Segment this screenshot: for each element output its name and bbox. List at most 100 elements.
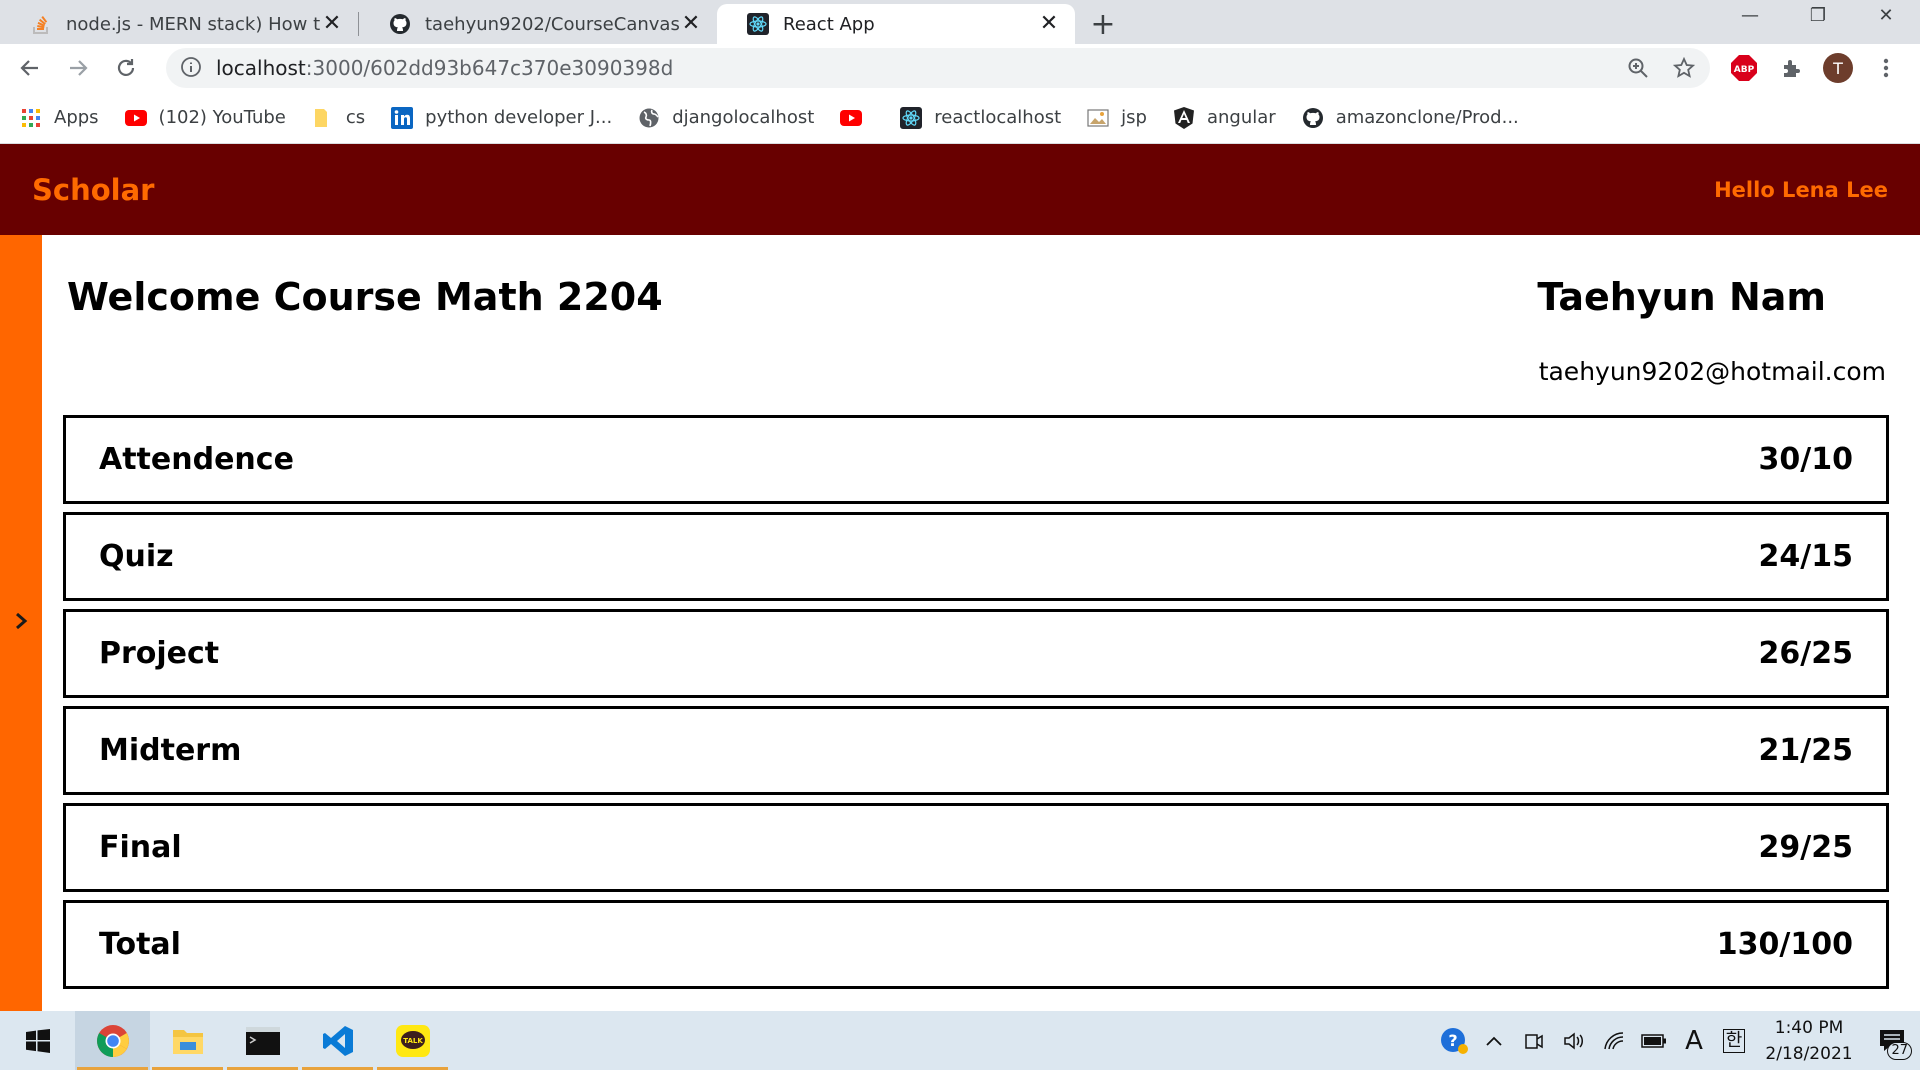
- url-path: :3000/602dd93b647c370e3090398d: [305, 56, 674, 80]
- svg-text:TALK: TALK: [403, 1037, 423, 1045]
- grade-row-quiz: Quiz 24/15: [63, 512, 1889, 601]
- adblock-icon[interactable]: ABP: [1726, 50, 1762, 86]
- chevron-up-icon[interactable]: [1474, 1011, 1514, 1070]
- grade-label: Quiz: [99, 539, 174, 574]
- zoom-icon[interactable]: [1618, 48, 1658, 88]
- bookmark-label: (102) YouTube: [158, 107, 286, 128]
- youtube-icon: [124, 107, 147, 129]
- bookmark-folder-cs[interactable]: cs: [312, 107, 365, 129]
- bookmark-star-icon[interactable]: [1664, 48, 1704, 88]
- grade-label: Total: [99, 927, 181, 962]
- battery-icon[interactable]: [1634, 1011, 1674, 1070]
- brand-logo[interactable]: Scholar: [32, 173, 154, 207]
- minimize-icon[interactable]: —: [1716, 0, 1784, 30]
- close-tab-icon[interactable]: ✕: [1037, 12, 1061, 36]
- tab-react-app[interactable]: React App ✕: [717, 4, 1075, 44]
- bookmark-reactlocalhost[interactable]: reactlocalhost: [900, 106, 1062, 129]
- tab-stackoverflow[interactable]: node.js - MERN stack) How to ge ✕: [0, 4, 358, 44]
- app-header: Scholar Hello Lena Lee: [0, 144, 1920, 235]
- profile-avatar[interactable]: T: [1820, 50, 1856, 86]
- tab-title: taehyun9202/CourseCanvas: [425, 13, 679, 35]
- clock-time: 1:40 PM: [1774, 1017, 1844, 1038]
- bookmark-label: python developer J...: [425, 107, 613, 128]
- back-icon[interactable]: [12, 50, 48, 86]
- language-indicator[interactable]: 한: [1714, 1011, 1754, 1070]
- bookmark-label: reactlocalhost: [934, 107, 1062, 128]
- svg-text:T: T: [1832, 59, 1843, 78]
- svg-text:?: ?: [1448, 1031, 1457, 1050]
- restore-icon[interactable]: ❐: [1784, 0, 1852, 30]
- grades-list: Attendence 30/10 Quiz 24/15 Project 26/2…: [63, 415, 1889, 997]
- notification-count: 27: [1887, 1042, 1912, 1060]
- grade-label: Project: [99, 636, 220, 671]
- forward-icon[interactable]: [60, 50, 96, 86]
- angular-icon: [1173, 106, 1195, 129]
- grade-label: Attendence: [99, 442, 294, 477]
- grade-score: 30/10: [1758, 442, 1853, 477]
- student-email: taehyun9202@hotmail.com: [1538, 357, 1886, 386]
- terminal-icon[interactable]: [225, 1011, 300, 1070]
- grade-score: 130/100: [1716, 927, 1853, 962]
- grade-row-midterm: Midterm 21/25: [63, 706, 1889, 795]
- tab-title: node.js - MERN stack) How to ge: [66, 13, 320, 35]
- close-window-icon[interactable]: ✕: [1852, 0, 1920, 30]
- system-tray: ? A 한 1:40 PM 2/18/2021 27: [1434, 1011, 1920, 1070]
- bookmarks-bar: Apps (102) YouTube cs python developer J…: [0, 92, 1920, 144]
- tab-title: React App: [783, 13, 875, 35]
- vscode-icon[interactable]: [300, 1011, 375, 1070]
- volume-icon[interactable]: [1554, 1011, 1594, 1070]
- clock-date: 2/18/2021: [1765, 1043, 1853, 1064]
- grade-score: 21/25: [1758, 733, 1853, 768]
- bookmark-label: Apps: [54, 107, 99, 128]
- meeting-icon[interactable]: [1514, 1011, 1554, 1070]
- new-tab-button[interactable]: +: [1083, 4, 1123, 44]
- bookmark-youtube[interactable]: (102) YouTube: [124, 107, 286, 129]
- file-explorer-icon[interactable]: [150, 1011, 225, 1070]
- bookmark-djangolocalhost[interactable]: djangolocalhost: [638, 107, 814, 129]
- grade-label: Final: [99, 830, 182, 865]
- chrome-taskbar-icon[interactable]: [75, 1011, 150, 1070]
- url-text[interactable]: localhost:3000/602dd93b647c370e3090398d: [216, 56, 1618, 80]
- chevron-right-icon[interactable]: [13, 611, 29, 635]
- bookmark-linkedin[interactable]: python developer J...: [391, 106, 613, 129]
- url-host: localhost: [216, 56, 306, 80]
- kakaotalk-icon[interactable]: TALK: [375, 1011, 450, 1070]
- grade-score: 26/25: [1758, 636, 1853, 671]
- bookmark-label: djangolocalhost: [672, 107, 815, 128]
- folder-icon: [312, 107, 334, 129]
- grade-row-total: Total 130/100: [63, 900, 1889, 989]
- browser-tab-strip: node.js - MERN stack) How to ge ✕ taehyu…: [0, 0, 1920, 44]
- wifi-icon[interactable]: [1594, 1011, 1634, 1070]
- window-controls: — ❐ ✕: [1716, 0, 1920, 30]
- bookmark-label: amazonclone/Prod...: [1335, 107, 1519, 128]
- clock[interactable]: 1:40 PM 2/18/2021: [1754, 1015, 1864, 1067]
- grade-row-attendence: Attendence 30/10: [63, 415, 1889, 504]
- ime-mode-indicator[interactable]: A: [1674, 1011, 1714, 1070]
- github-icon: [1302, 107, 1324, 129]
- help-icon[interactable]: ?: [1434, 1011, 1474, 1070]
- language-label: 한: [1722, 1028, 1746, 1053]
- tab-github[interactable]: taehyun9202/CourseCanvas ✕: [359, 4, 717, 44]
- bookmark-youtube-2[interactable]: [840, 107, 874, 129]
- user-greeting[interactable]: Hello Lena Lee: [1714, 178, 1888, 202]
- extensions-puzzle-icon[interactable]: [1774, 50, 1810, 86]
- close-tab-icon[interactable]: ✕: [679, 12, 703, 36]
- bookmark-angular[interactable]: angular: [1173, 106, 1276, 129]
- address-bar[interactable]: localhost:3000/602dd93b647c370e3090398d: [166, 48, 1710, 88]
- windows-taskbar: TALK ? A 한 1:40 PM 2/18/2021 27: [0, 1011, 1920, 1070]
- bookmark-label: angular: [1206, 107, 1276, 128]
- apps-grid-icon: [20, 107, 42, 129]
- windows-start-icon[interactable]: [0, 1011, 75, 1070]
- site-info-icon[interactable]: [180, 56, 204, 80]
- bookmark-label: cs: [345, 107, 366, 128]
- stackoverflow-icon: [30, 13, 52, 35]
- grade-row-final: Final 29/25: [63, 803, 1889, 892]
- bookmark-jsp[interactable]: jsp: [1087, 107, 1147, 129]
- menu-kebab-icon[interactable]: [1868, 50, 1904, 86]
- notifications-icon[interactable]: 27: [1864, 1011, 1920, 1070]
- reload-icon[interactable]: [108, 50, 144, 86]
- close-tab-icon[interactable]: ✕: [320, 12, 344, 36]
- bookmark-amazonclone[interactable]: amazonclone/Prod...: [1302, 107, 1519, 129]
- bookmark-apps[interactable]: Apps: [20, 107, 99, 129]
- collapsed-sidebar[interactable]: [0, 235, 42, 1011]
